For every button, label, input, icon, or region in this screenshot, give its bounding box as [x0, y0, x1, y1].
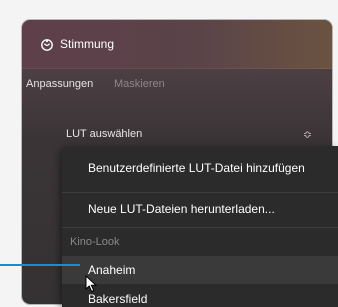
download-luts-item[interactable]: Neue LUT-Dateien herunterladen...: [62, 195, 338, 223]
tab-anpassungen[interactable]: Anpassungen: [26, 78, 93, 90]
mouse-cursor-icon: [85, 275, 98, 293]
menu-divider: [62, 192, 338, 193]
up-down-chevron-icon: ≎: [302, 129, 312, 141]
lut-select[interactable]: LUT auswählen ≎: [56, 124, 320, 146]
tab-maskieren[interactable]: Maskieren: [114, 78, 165, 90]
lut-item-anaheim[interactable]: Anaheim: [62, 256, 338, 284]
add-custom-lut-item[interactable]: Benutzerdefinierte LUT-Datei hinzufügen: [62, 154, 338, 182]
mood-icon: [41, 39, 53, 51]
callout-pointer-line: [0, 264, 80, 266]
menu-divider: [62, 227, 338, 228]
lut-dropdown-menu: Benutzerdefinierte LUT-Datei hinzufügen …: [62, 146, 338, 307]
panel-title: Stimmung: [60, 37, 115, 51]
lut-item-bakersfield[interactable]: Bakersfield: [62, 285, 338, 307]
section-header-kino-look: Kino-Look: [70, 236, 120, 248]
panel-header: Stimmung: [22, 20, 332, 69]
lut-select-label: LUT auswählen: [66, 128, 143, 140]
